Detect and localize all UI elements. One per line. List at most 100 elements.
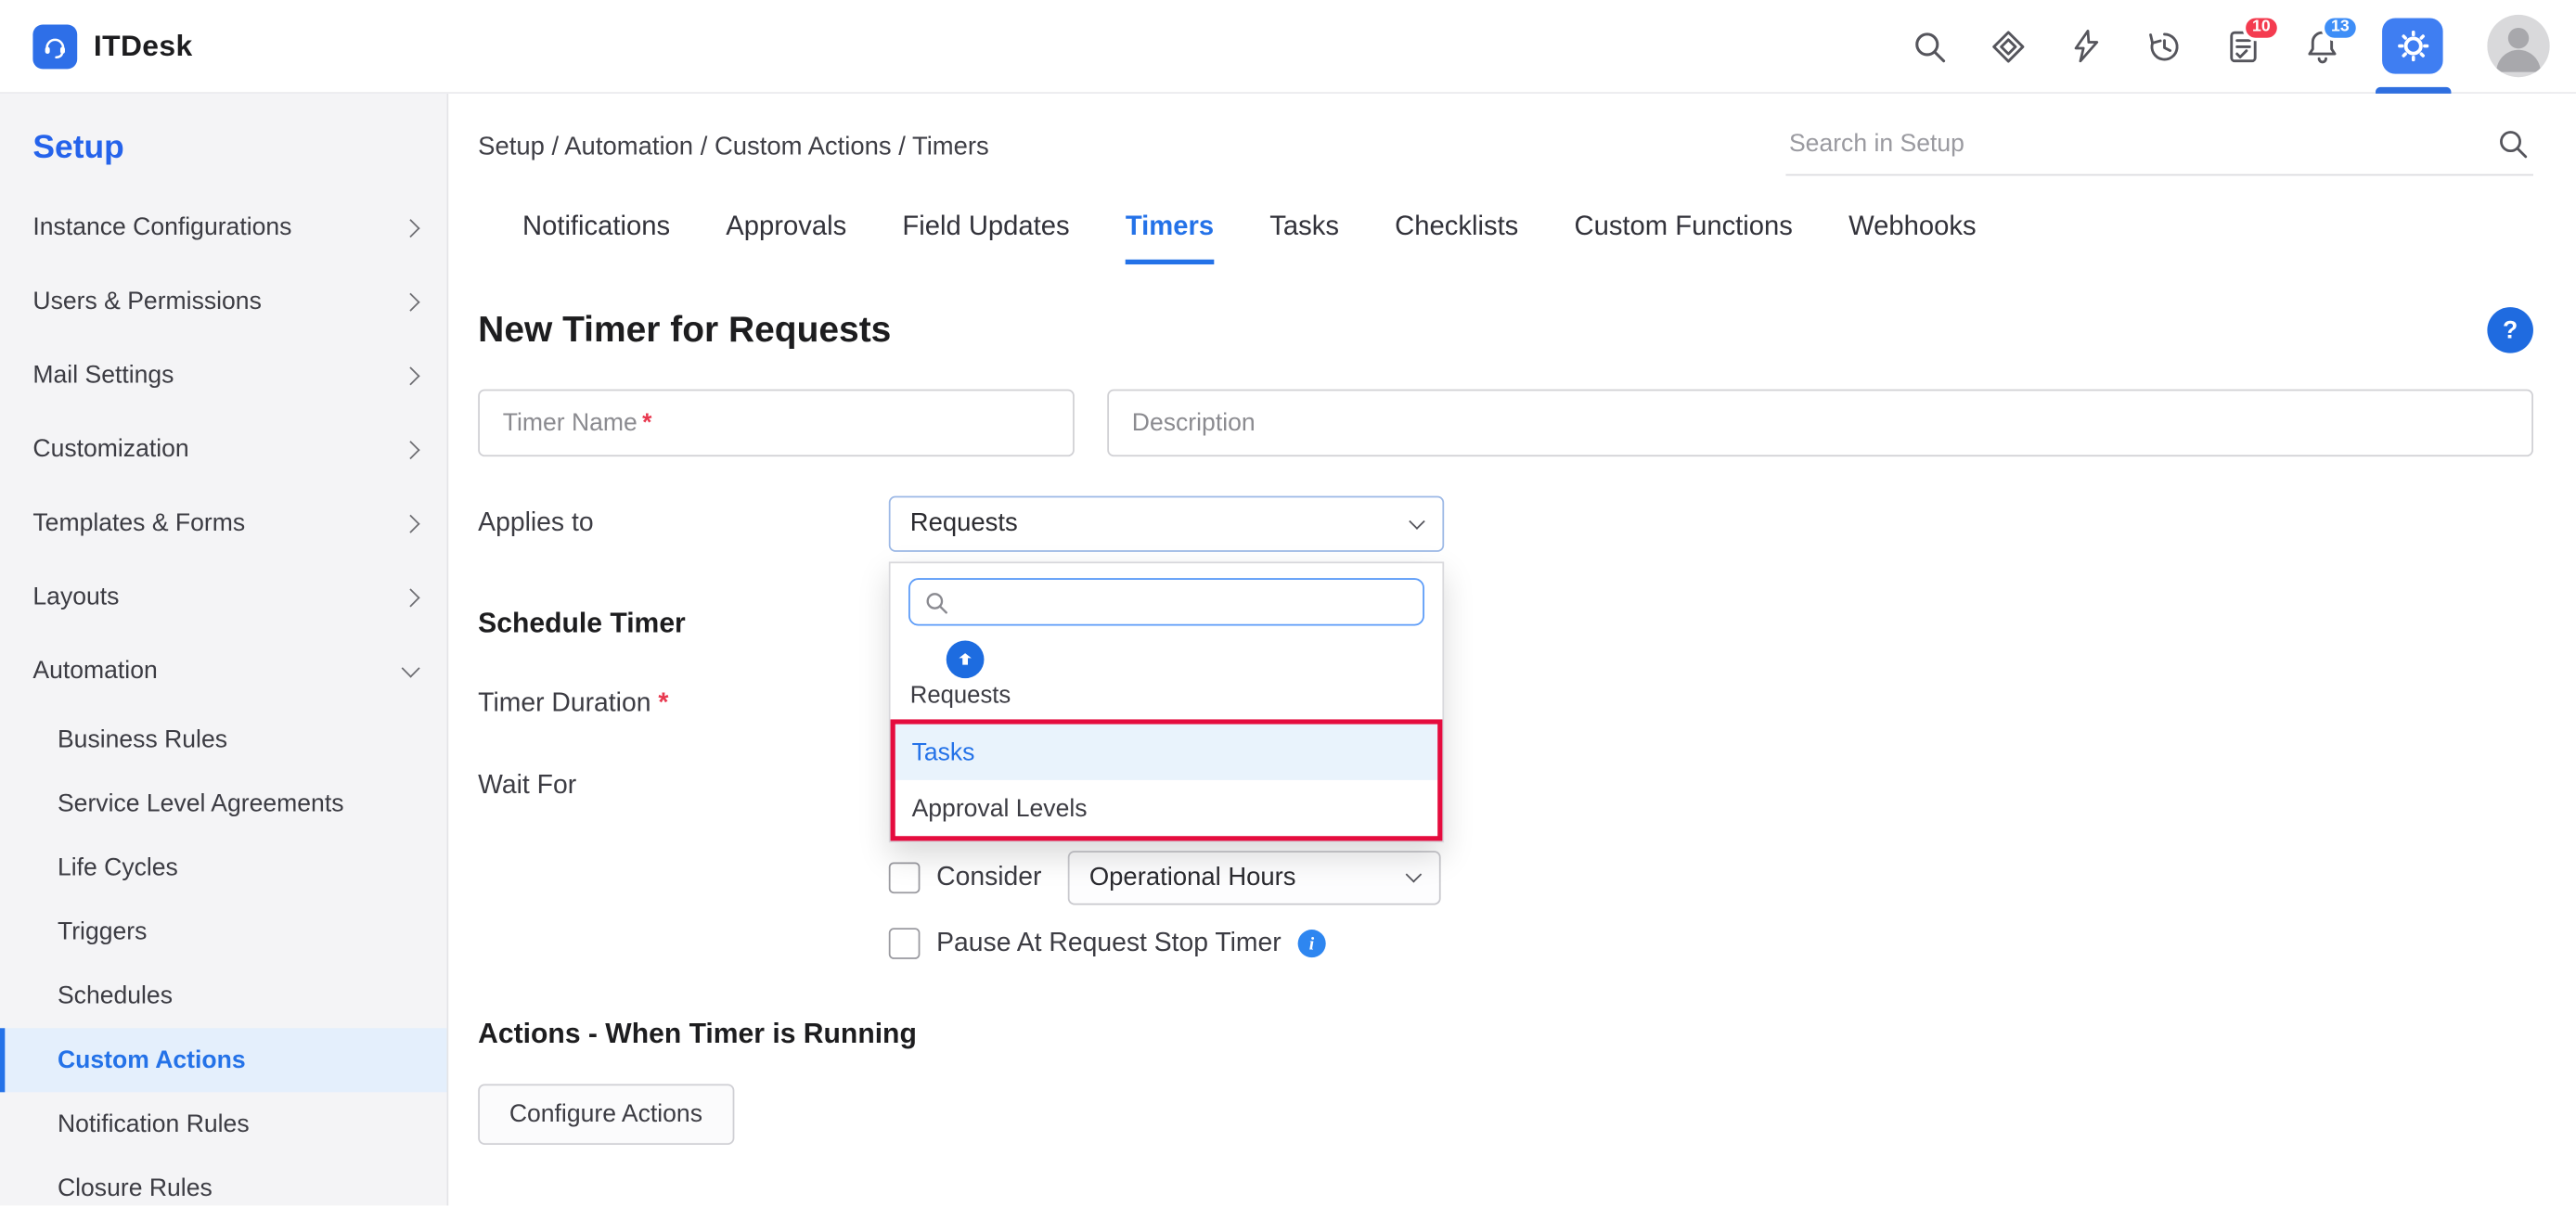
consider-label: Consider [936, 863, 1041, 892]
pause-checkbox[interactable] [889, 928, 921, 959]
actions-running-heading: Actions - When Timer is Running [478, 1019, 2533, 1051]
sidebar-item-label: Users & Permissions [32, 288, 261, 315]
sidebar-subitem-label: Closure Rules [58, 1174, 213, 1202]
user-avatar[interactable] [2487, 15, 2549, 77]
sidebar-subitem-schedules[interactable]: Schedules [0, 964, 447, 1028]
global-search-icon[interactable] [1911, 27, 1949, 65]
sidebar-subitem-triggers[interactable]: Triggers [0, 900, 447, 964]
sidebar-item-instance-configurations[interactable]: Instance Configurations [0, 190, 447, 264]
sidebar-subitem-label: Notification Rules [58, 1110, 250, 1138]
applies-to-dropdown-panel: Requests Tasks Approval Levels [889, 561, 1444, 842]
tab-custom-functions[interactable]: Custom Functions [1574, 212, 1792, 264]
timer-duration-label: Timer Duration * [478, 690, 2533, 720]
dropdown-option-tasks[interactable]: Tasks [895, 725, 1437, 780]
chevron-down-icon [402, 659, 420, 677]
sidebar-subitem-label: Service Level Agreements [58, 790, 344, 818]
requests-module-icon [947, 640, 985, 678]
sidebar-item-templates-forms[interactable]: Templates & Forms [0, 486, 447, 560]
pause-label: Pause At Request Stop Timer [936, 929, 1282, 958]
breadcrumb[interactable]: Setup / Automation / Custom Actions / Ti… [478, 133, 989, 175]
chevron-down-icon [1406, 866, 1423, 883]
settings-active-indicator [2375, 86, 2450, 93]
timer-duration-text: Timer Duration [478, 690, 650, 718]
sidebar-item-label: Layouts [32, 583, 119, 610]
setup-search-input[interactable] [1789, 130, 2495, 158]
dropdown-search-input[interactable] [960, 589, 1410, 615]
timer-name-placeholder: Timer Name [503, 409, 638, 437]
setup-search-field[interactable] [1785, 126, 2533, 175]
sidebar-item-customization[interactable]: Customization [0, 412, 447, 486]
search-icon [923, 589, 949, 615]
sidebar-subitem-label: Custom Actions [58, 1046, 246, 1074]
sidebar-item-automation[interactable]: Automation [0, 634, 447, 708]
sidebar-item-label: Automation [32, 657, 157, 685]
tab-checklists[interactable]: Checklists [1395, 212, 1518, 264]
settings-gear-wrap [2382, 0, 2443, 93]
app-window: ITDesk [0, 0, 2576, 1205]
sidebar-subitem-notification-rules[interactable]: Notification Rules [0, 1092, 447, 1156]
sidebar-title: Setup [0, 130, 447, 191]
annotation-highlight: Tasks Approval Levels [891, 719, 1443, 840]
chevron-right-icon [402, 366, 420, 385]
description-field[interactable] [1107, 390, 2533, 457]
sidebar-item-mail-settings[interactable]: Mail Settings [0, 339, 447, 413]
tab-webhooks[interactable]: Webhooks [1848, 212, 1977, 264]
configure-actions-button[interactable]: Configure Actions [478, 1084, 733, 1145]
survey-feedback-icon[interactable]: 10 [2224, 27, 2262, 65]
operational-hours-select[interactable]: Operational Hours [1068, 851, 1441, 904]
tab-field-updates[interactable]: Field Updates [902, 212, 1069, 264]
tab-notifications[interactable]: Notifications [522, 212, 670, 264]
top-header: ITDesk [0, 0, 2576, 94]
dropdown-option-approval-levels[interactable]: Approval Levels [895, 780, 1437, 836]
tab-bar: Notifications Approvals Field Updates Ti… [478, 212, 2533, 264]
consider-checkbox[interactable] [889, 862, 921, 893]
schedule-timer-heading: Schedule Timer [478, 608, 2533, 640]
sidebar-subitem-label: Schedules [58, 982, 173, 1010]
tab-timers[interactable]: Timers [1126, 212, 1214, 264]
sidebar-subitem-service-level-agreements[interactable]: Service Level Agreements [0, 772, 447, 836]
applies-to-label: Applies to [478, 509, 889, 539]
settings-gear-icon[interactable] [2382, 18, 2443, 73]
history-icon[interactable] [2145, 27, 2183, 65]
applies-to-value: Requests [910, 509, 1018, 539]
app-logo-icon[interactable] [32, 24, 77, 69]
quick-actions-lightning-icon[interactable] [2068, 28, 2105, 64]
chevron-right-icon [402, 440, 420, 458]
sidebar-subitem-life-cycles[interactable]: Life Cycles [0, 836, 447, 900]
main-content: Setup / Automation / Custom Actions / Ti… [448, 94, 2576, 1206]
sidebar-item-layouts[interactable]: Layouts [0, 560, 447, 635]
notification-count-badge: 13 [2321, 14, 2359, 40]
sidebar-subitem-business-rules[interactable]: Business Rules [0, 708, 447, 772]
explore-gem-icon[interactable] [1990, 27, 2028, 65]
sidebar-subitem-label: Triggers [58, 918, 147, 946]
app-name: ITDesk [94, 29, 193, 63]
wait-for-label: Wait For [478, 772, 2533, 802]
dropdown-group-label: Requests [910, 683, 1423, 709]
sidebar-item-users-permissions[interactable]: Users & Permissions [0, 264, 447, 339]
timer-name-field[interactable]: Timer Name * [478, 390, 1075, 457]
dropdown-search-field[interactable] [908, 578, 1424, 625]
required-asterisk: * [642, 409, 651, 437]
header-icon-bar: 10 13 [1911, 0, 2550, 92]
sidebar-subitem-custom-actions[interactable]: Custom Actions [0, 1028, 447, 1092]
chevron-right-icon [402, 292, 420, 311]
sidebar-subitem-label: Life Cycles [58, 854, 178, 882]
sidebar-item-label: Mail Settings [32, 361, 174, 389]
sidebar-item-label: Customization [32, 435, 188, 463]
chevron-right-icon [402, 218, 420, 237]
sidebar-subitem-label: Business Rules [58, 726, 227, 754]
tab-approvals[interactable]: Approvals [726, 212, 846, 264]
tab-tasks[interactable]: Tasks [1269, 212, 1339, 264]
info-icon[interactable]: i [1297, 930, 1325, 957]
help-icon[interactable]: ? [2487, 307, 2533, 353]
notifications-bell-icon[interactable]: 13 [2303, 27, 2341, 65]
page-title: New Timer for Requests [478, 309, 891, 352]
sidebar-item-label: Templates & Forms [32, 509, 245, 537]
applies-to-select[interactable]: Requests [889, 496, 1444, 552]
dropdown-group-requests[interactable]: Requests [891, 635, 1443, 719]
setup-sidebar: Setup Instance Configurations Users & Pe… [0, 94, 448, 1206]
search-icon [2495, 126, 2530, 160]
chevron-down-icon [1409, 512, 1425, 529]
sidebar-subitem-closure-rules[interactable]: Closure Rules [0, 1156, 447, 1205]
operational-hours-value: Operational Hours [1089, 863, 1296, 892]
